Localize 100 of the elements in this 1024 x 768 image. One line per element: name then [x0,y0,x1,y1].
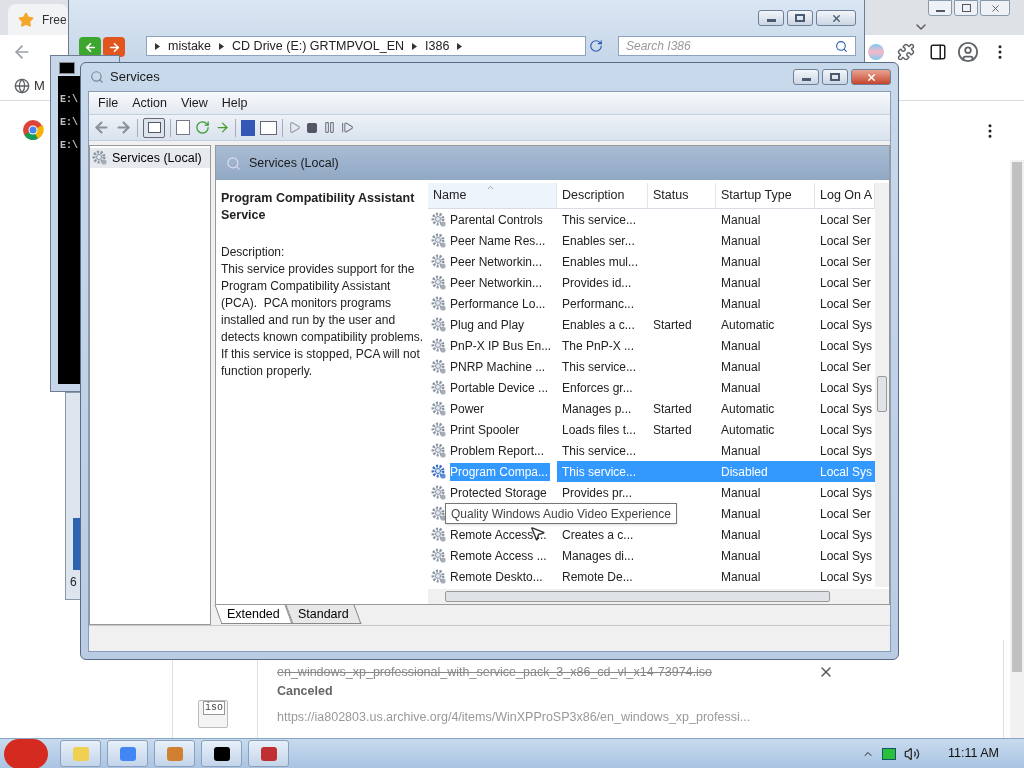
column-header[interactable]: Name [428,183,557,208]
table-cell-text: Local Sys [819,442,874,460]
table-cell-text: Local Sys [819,421,874,439]
maximize-button[interactable] [787,10,813,26]
view-tab[interactable]: Standard [285,605,361,624]
table-cell-text: Automatic [720,400,776,418]
refresh-icon[interactable] [195,120,210,135]
view-tab[interactable]: Extended [214,605,293,624]
column-header[interactable]: Description [557,183,648,208]
scrollbar[interactable] [1010,160,1024,738]
side-panel-icon[interactable] [929,43,947,61]
tree-item[interactable]: Services (Local) [90,148,210,168]
table-cell-text: This service... [561,442,637,460]
console-line: E:\ [60,116,78,130]
table-cell[interactable]: Peer Networkin... [450,273,543,292]
gear-icon [431,568,447,585]
pause-icon[interactable] [323,121,336,134]
horizontal-scrollbar[interactable] [428,589,889,604]
restart-icon[interactable] [341,121,354,134]
table-cell-text: Enables a c... [561,316,636,334]
play-icon[interactable] [288,121,301,134]
table-cell-text: Manual [720,484,762,502]
table-cell[interactable]: Peer Name Res... [450,231,546,250]
table-cell[interactable]: Remote Deskto... [450,567,543,586]
gear-icon [431,463,447,480]
speaker-icon[interactable] [904,745,921,762]
description-label: Description: [221,244,286,261]
column-header[interactable]: Status [648,183,716,208]
table-cell[interactable]: PnP-X IP Bus En... [450,336,552,355]
column-header[interactable]: Startup Type [716,183,815,208]
menu-item[interactable]: Help [216,93,253,113]
breadcrumb-item[interactable]: mistake [168,36,212,56]
breadcrumb-item[interactable]: CD Drive (E:) GRTMPVOL_EN [232,36,405,56]
table-cell-text: Automatic [720,421,776,439]
clock[interactable]: 11:11 AM [948,744,999,763]
minimize-button[interactable] [928,0,952,16]
stop-icon[interactable] [306,121,318,134]
menu-item[interactable]: View [175,93,213,113]
table-cell-text: Local Ser [819,358,872,376]
browser-tab[interactable]: Free [8,4,68,35]
table-cell-text: This service... [561,358,637,376]
table-cell[interactable]: Peer Networkin... [450,252,543,271]
table-cell[interactable]: Power [450,399,484,418]
minimize-button[interactable] [758,10,784,26]
table-cell-text: Manual [720,295,762,313]
table-cell-text: Local Sys [819,337,874,355]
table-cell[interactable]: Plug and Play [450,315,525,334]
back-icon[interactable] [93,119,110,136]
maximize-button[interactable] [822,69,848,85]
menu-item[interactable]: Action [127,93,172,113]
table-cell-text: Local Sys [819,400,874,418]
gear-icon [431,400,447,417]
table-cell-text: Enforces gr... [561,379,634,397]
table-cell[interactable]: Print Spooler [450,420,520,439]
close-button[interactable] [816,10,856,26]
table-cell[interactable]: Remote Access ... [450,525,547,544]
table-cell-text: Manages di... [561,547,636,565]
table-cell-text: Manual [720,274,762,292]
table-cell-text: Automatic [720,316,776,334]
globe-icon [14,77,30,94]
back-button[interactable] [79,37,101,57]
table-cell-text: Manual [720,337,762,355]
restore-button[interactable] [954,0,978,16]
gear-icon [431,484,447,501]
console-tree-button[interactable] [143,117,165,138]
breadcrumb-item[interactable]: I386 [425,36,450,56]
close-icon [865,71,877,83]
vertical-scrollbar[interactable] [875,183,889,587]
close-button[interactable] [851,69,891,85]
address-bar[interactable]: mistake CD Drive (E:) GRTMPVOL_EN I386 [146,36,586,56]
table-cell-text: Started [652,421,693,439]
start-button[interactable] [4,738,48,768]
table-cell[interactable]: Protected Storage [450,483,547,502]
forward-icon[interactable] [115,119,132,136]
puzzle-icon[interactable] [897,43,915,61]
table-cell[interactable]: Portable Device ... [450,378,549,397]
refresh-icon[interactable] [589,39,603,53]
table-cell[interactable]: Performance Lo... [450,294,546,313]
pane-title: Services (Local) [249,154,339,172]
table-cell[interactable]: PNRP Machine ... [450,357,546,376]
table-cell-text: Loads files t... [561,421,638,439]
table-cell[interactable]: Problem Report... [450,441,545,460]
search-icon [835,39,848,53]
gear-icon [431,547,447,564]
gear-icon [431,358,447,375]
service-title: Program Compatibility Assistant Service [221,190,416,224]
network-icon[interactable] [882,747,897,760]
bookmark-link[interactable]: M [34,76,45,96]
table-cell[interactable]: Parental Controls [450,210,543,229]
chevron-icon [155,42,160,50]
gear-icon [431,274,447,291]
minimize-button[interactable] [793,69,819,85]
table-cell-text: Creates a c... [561,526,635,544]
menu-item[interactable]: File [93,93,124,113]
taskbar-button[interactable] [201,740,242,767]
profile-icon[interactable] [957,41,979,63]
forward-button[interactable] [103,37,125,57]
table-cell[interactable]: Remote Access ... [450,546,547,565]
download-status: Canceled [277,683,333,700]
table-cell-text: Local Sys [819,526,874,544]
